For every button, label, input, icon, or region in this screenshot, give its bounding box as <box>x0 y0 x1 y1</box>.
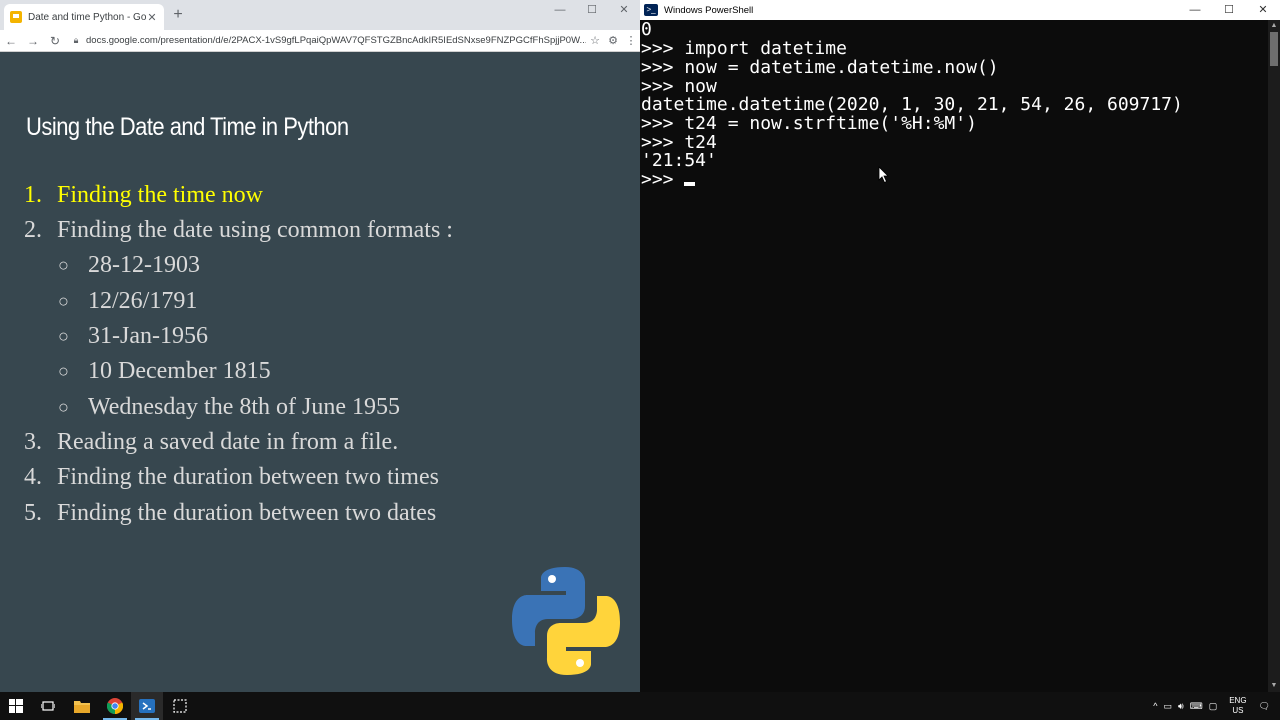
powershell-window: >_ Windows PowerShell — ☐ ✕ 0 >>> import… <box>640 0 1280 692</box>
notification-icon[interactable]: 🗨︎ <box>1259 701 1270 712</box>
powershell-titlebar[interactable]: >_ Windows PowerShell — ☐ ✕ <box>640 0 1280 20</box>
maximize-button[interactable]: ☐ <box>1212 0 1246 20</box>
slides-favicon-icon <box>10 11 22 23</box>
list-number: 3. <box>24 429 42 455</box>
windows-logo-icon <box>9 699 23 713</box>
tab-close-icon[interactable]: ✕ <box>146 11 158 24</box>
forward-arrow-icon[interactable]: → <box>22 34 44 48</box>
mouse-pointer-icon <box>878 166 889 184</box>
scroll-thumb[interactable] <box>1270 32 1278 66</box>
list-text: Reading a saved date in from a file. <box>57 429 399 455</box>
taskbar-powershell[interactable] <box>131 692 163 720</box>
list-text: 10 December 1815 <box>88 358 271 384</box>
powershell-taskbar-icon <box>139 699 155 713</box>
console-output[interactable]: 0 >>> import datetime >>> now = datetime… <box>640 20 1268 692</box>
list-text: Finding the time now <box>57 182 263 208</box>
chrome-icon <box>107 698 123 714</box>
lock-icon[interactable]: 🔒︎ <box>70 35 82 46</box>
network-icon[interactable]: ▭ <box>1164 701 1173 712</box>
chrome-window-controls: — ☐ ✕ <box>544 0 640 30</box>
list-text: Finding the duration between two dates <box>57 500 437 526</box>
bullet-icon: ○ <box>58 291 69 311</box>
extension-icon[interactable]: ⚙︎ <box>604 34 622 47</box>
chrome-window: Date and time Python - Google Slides ✕ +… <box>0 0 640 692</box>
list-number: 1. <box>24 182 42 208</box>
console-scrollbar[interactable]: ▲ ▼ <box>1268 20 1280 692</box>
list-text: 28-12-1903 <box>88 252 200 278</box>
language-code: ENG <box>1229 696 1247 705</box>
tab-strip: Date and time Python - Google Slides ✕ +… <box>0 0 640 30</box>
console-line: >>> import datetime <box>641 38 847 59</box>
powershell-window-controls: — ☐ ✕ <box>1178 0 1280 20</box>
taskbar: ^ ▭ 🔊︎ ⌨ ▢ ENG US 🗨︎ <box>0 692 1280 720</box>
maximize-button[interactable]: ☐ <box>576 0 608 22</box>
console-prompt: >>> <box>641 169 685 190</box>
tray-overflow-chevron-icon[interactable]: ^ <box>1153 701 1157 711</box>
reload-icon[interactable]: ↻ <box>44 34 66 48</box>
browser-toolbar: ← → ↻ 🔒︎ docs.google.com/presentation/d/… <box>0 30 640 52</box>
volume-icon[interactable]: 🔊︎ <box>1178 701 1184 712</box>
list-text: 31-Jan-1956 <box>88 323 208 349</box>
list-text: Finding the duration between two times <box>57 464 439 490</box>
folder-icon <box>74 700 90 713</box>
bullet-icon: ○ <box>58 397 69 417</box>
back-arrow-icon[interactable]: ← <box>0 34 22 48</box>
task-view-button[interactable] <box>32 692 64 720</box>
python-logo-icon <box>512 567 620 675</box>
bullet-icon: ○ <box>58 326 69 346</box>
window-title: Windows PowerShell <box>664 4 754 16</box>
snipping-icon <box>173 699 187 713</box>
task-view-icon <box>41 701 55 711</box>
menu-dots-icon[interactable]: ⋮ <box>622 34 640 47</box>
close-button[interactable]: ✕ <box>608 0 640 22</box>
start-button[interactable] <box>0 692 32 720</box>
console-line: >>> now = datetime.datetime.now() <box>641 57 999 78</box>
minimize-button[interactable]: — <box>544 0 576 22</box>
taskbar-snipping-tool[interactable] <box>164 692 196 720</box>
browser-tab[interactable]: Date and time Python - Google Slides ✕ <box>4 4 164 30</box>
minimize-button[interactable]: — <box>1178 0 1212 20</box>
console-line: '21:54' <box>641 150 717 171</box>
scroll-up-icon[interactable]: ▲ <box>1268 20 1280 32</box>
list-text: Finding the date using common formats : <box>57 217 453 243</box>
console-line: 0 <box>641 19 652 40</box>
scroll-down-icon[interactable]: ▼ <box>1268 680 1280 692</box>
new-tab-button[interactable]: + <box>170 7 186 23</box>
bullet-icon: ○ <box>58 361 69 381</box>
bookmark-star-icon[interactable]: ☆ <box>586 34 604 47</box>
taskbar-chrome[interactable] <box>99 692 131 720</box>
tab-title: Date and time Python - Google Slides <box>28 11 146 23</box>
language-indicator[interactable]: ENG US <box>1226 696 1249 716</box>
list-number: 2. <box>24 217 42 243</box>
powershell-icon: >_ <box>644 4 658 16</box>
console-line: >>> t24 = now.strftime('%H:%M') <box>641 113 977 134</box>
list-number: 4. <box>24 464 42 490</box>
close-button[interactable]: ✕ <box>1246 0 1280 20</box>
keyboard-icon[interactable]: ⌨ <box>1190 701 1203 712</box>
list-text: 12/26/1791 <box>88 288 198 314</box>
console-line: datetime.datetime(2020, 1, 30, 21, 54, 2… <box>641 94 1183 115</box>
console-prompt-line[interactable]: >>> <box>641 169 696 190</box>
list-number: 5. <box>24 500 42 526</box>
slide-canvas: Using the Date and Time in Python 1. Fin… <box>0 53 640 692</box>
region-code: US <box>1232 706 1244 715</box>
system-tray: ^ ▭ 🔊︎ ⌨ ▢ ENG US 🗨︎ <box>1150 692 1280 720</box>
bullet-icon: ○ <box>58 255 69 275</box>
list-text: Wednesday the 8th of June 1955 <box>88 394 400 420</box>
display-icon[interactable]: ▢ <box>1209 701 1218 712</box>
text-cursor <box>684 182 696 186</box>
slide-title: Using the Date and Time in Python <box>26 113 349 141</box>
address-bar[interactable]: docs.google.com/presentation/d/e/2PACX-1… <box>82 35 586 46</box>
taskbar-file-explorer[interactable] <box>66 692 98 720</box>
